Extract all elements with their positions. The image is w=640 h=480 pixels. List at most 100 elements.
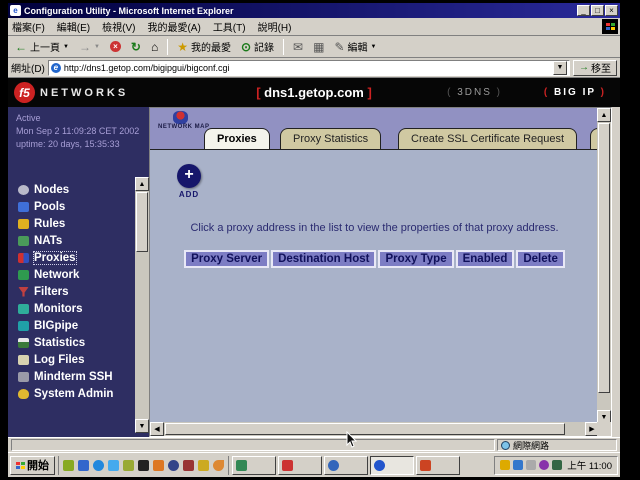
content-vertical-scrollbar[interactable]: ▲ ▼	[597, 108, 611, 424]
quick-launch-icon[interactable]	[63, 460, 74, 471]
back-arrow-icon: ←	[15, 41, 27, 53]
address-label: 網址(D)	[11, 60, 45, 75]
mail-button[interactable]: ✉	[289, 38, 307, 56]
start-button[interactable]: 開始	[10, 456, 55, 475]
hostname: [ dns1.getop.com ]	[256, 85, 372, 100]
favorites-button[interactable]: ★ 我的最愛	[173, 38, 235, 56]
scroll-down-icon[interactable]: ▼	[135, 419, 149, 433]
quick-launch-icon[interactable]	[183, 460, 194, 471]
nats-icon	[18, 236, 29, 246]
quick-launch-icon[interactable]	[168, 460, 179, 471]
content-scroll-thumb[interactable]	[598, 123, 610, 393]
rules-icon	[18, 219, 29, 229]
scroll-up-icon[interactable]: ▲	[597, 108, 611, 122]
url-input[interactable]	[64, 63, 550, 73]
home-button[interactable]: ⌂	[147, 38, 162, 56]
sidebar-scrollbar[interactable]: ▲ ▼	[135, 177, 149, 433]
menu-file[interactable]: 檔案(F)	[12, 19, 45, 34]
stop-button[interactable]: ×	[106, 38, 125, 56]
sidebar-scroll-thumb[interactable]	[136, 192, 148, 252]
menu-favorites[interactable]: 我的最愛(A)	[147, 19, 200, 34]
taskbar-window-button-active[interactable]	[370, 456, 414, 475]
quick-launch-icon[interactable]	[138, 460, 149, 471]
taskbar-window-button[interactable]	[416, 456, 460, 475]
sidebar-item-network[interactable]: Network	[18, 266, 113, 283]
network-icon	[18, 270, 29, 280]
tab-proxy-statistics[interactable]: Proxy Statistics	[280, 128, 381, 149]
refresh-icon: ↻	[131, 41, 141, 53]
instruction-text: Click a proxy address in the list to vie…	[150, 222, 599, 234]
forward-button[interactable]: → ▼	[75, 38, 104, 56]
window-titlebar[interactable]: e Configuration Utility - Microsoft Inte…	[8, 3, 620, 18]
edit-button[interactable]: ✎ 編輯 ▼	[330, 38, 380, 56]
favorites-icon: ★	[177, 41, 188, 53]
status-active: Active	[16, 112, 139, 125]
menu-tools[interactable]: 工具(T)	[213, 19, 246, 34]
tray-icon[interactable]	[500, 460, 510, 470]
sidebar-item-log-files[interactable]: Log Files	[18, 351, 113, 368]
menu-view[interactable]: 檢視(V)	[102, 19, 135, 34]
tray-icon[interactable]	[526, 460, 536, 470]
back-button[interactable]: ← 上一頁 ▼	[11, 38, 73, 56]
menu-help[interactable]: 說明(H)	[258, 19, 292, 34]
address-dropdown-icon[interactable]: ▼	[553, 61, 567, 75]
sidebar-item-rules[interactable]: Rules	[18, 215, 113, 232]
sidebar-item-pools[interactable]: Pools	[18, 198, 113, 215]
close-button[interactable]: ×	[605, 5, 618, 16]
header-nav-bigip[interactable]: ( BIG IP )	[544, 87, 606, 98]
print-button[interactable]: ▦	[309, 38, 328, 56]
scroll-up-icon[interactable]: ▲	[135, 177, 149, 191]
taskbar-window-button[interactable]	[324, 456, 368, 475]
quick-launch-icon[interactable]	[108, 460, 119, 471]
quick-launch-icon[interactable]	[153, 460, 164, 471]
menu-edit[interactable]: 編輯(E)	[57, 19, 90, 34]
sidebar-item-nats[interactable]: NATs	[18, 232, 113, 249]
status-uptime: uptime: 20 days, 15:35:33	[16, 138, 139, 151]
sidebar-item-statistics[interactable]: Statistics	[18, 334, 113, 351]
back-dropdown-icon[interactable]: ▼	[63, 44, 69, 50]
tray-icon[interactable]	[513, 460, 523, 470]
add-proxy-button[interactable]: + ADD	[174, 164, 204, 199]
sidebar-item-system-admin[interactable]: System Admin	[18, 385, 113, 402]
quick-launch-icon[interactable]	[123, 460, 134, 471]
quick-launch-icon[interactable]	[93, 460, 104, 471]
tab-create-ssl-certificate-request[interactable]: Create SSL Certificate Request	[398, 128, 577, 149]
quick-launch-icon[interactable]	[213, 460, 224, 471]
edit-dropdown-icon[interactable]: ▼	[371, 44, 377, 50]
tray-icon[interactable]	[539, 460, 549, 470]
quick-launch-icon[interactable]	[78, 460, 89, 471]
sidebar-item-monitors[interactable]: Monitors	[18, 300, 113, 317]
window-title: Configuration Utility - Microsoft Intern…	[24, 6, 576, 16]
system-admin-icon	[18, 389, 29, 399]
navigation-sidebar: Active Mon Sep 2 11:09:28 CET 2002 uptim…	[8, 107, 149, 437]
bracket-left: [	[256, 85, 260, 100]
sidebar-item-filters[interactable]: Filters	[18, 283, 113, 300]
refresh-button[interactable]: ↻	[127, 38, 145, 56]
quick-launch-icon[interactable]	[198, 460, 209, 471]
edit-icon: ✎	[334, 41, 344, 53]
sidebar-item-proxies[interactable]: Proxies	[18, 249, 113, 266]
tab-proxies[interactable]: Proxies	[204, 128, 270, 149]
network-map-button[interactable]: NETWORK MAP	[158, 111, 202, 130]
history-button[interactable]: ⊙ 記錄	[237, 38, 278, 56]
minimize-button[interactable]: _	[577, 5, 590, 16]
header-nav-3dns[interactable]: ( 3DNS )	[447, 87, 502, 98]
sidebar-item-nodes[interactable]: Nodes	[18, 181, 113, 198]
forward-dropdown-icon[interactable]: ▼	[94, 44, 100, 50]
horizontal-scroll-thumb[interactable]	[165, 423, 565, 435]
monitors-icon	[18, 304, 29, 314]
address-field[interactable]: e ▼	[48, 60, 570, 76]
task-buttons	[232, 456, 491, 475]
sidebar-item-bigpipe[interactable]: BIGpipe	[18, 317, 113, 334]
go-button[interactable]: → 移至	[573, 60, 617, 76]
content-horizontal-scrollbar[interactable]: ◀ ▶	[150, 422, 599, 436]
scroll-left-icon[interactable]: ◀	[150, 422, 164, 436]
taskbar-window-button[interactable]	[278, 456, 322, 475]
tray-icon[interactable]	[552, 460, 562, 470]
taskbar-window-button[interactable]	[232, 456, 276, 475]
main-area: Active Mon Sep 2 11:09:28 CET 2002 uptim…	[8, 107, 620, 437]
app-icon	[282, 460, 293, 471]
status-message-panel	[11, 439, 495, 451]
maximize-button[interactable]: □	[591, 5, 604, 16]
sidebar-item-mindterm-ssh[interactable]: Mindterm SSH	[18, 368, 113, 385]
